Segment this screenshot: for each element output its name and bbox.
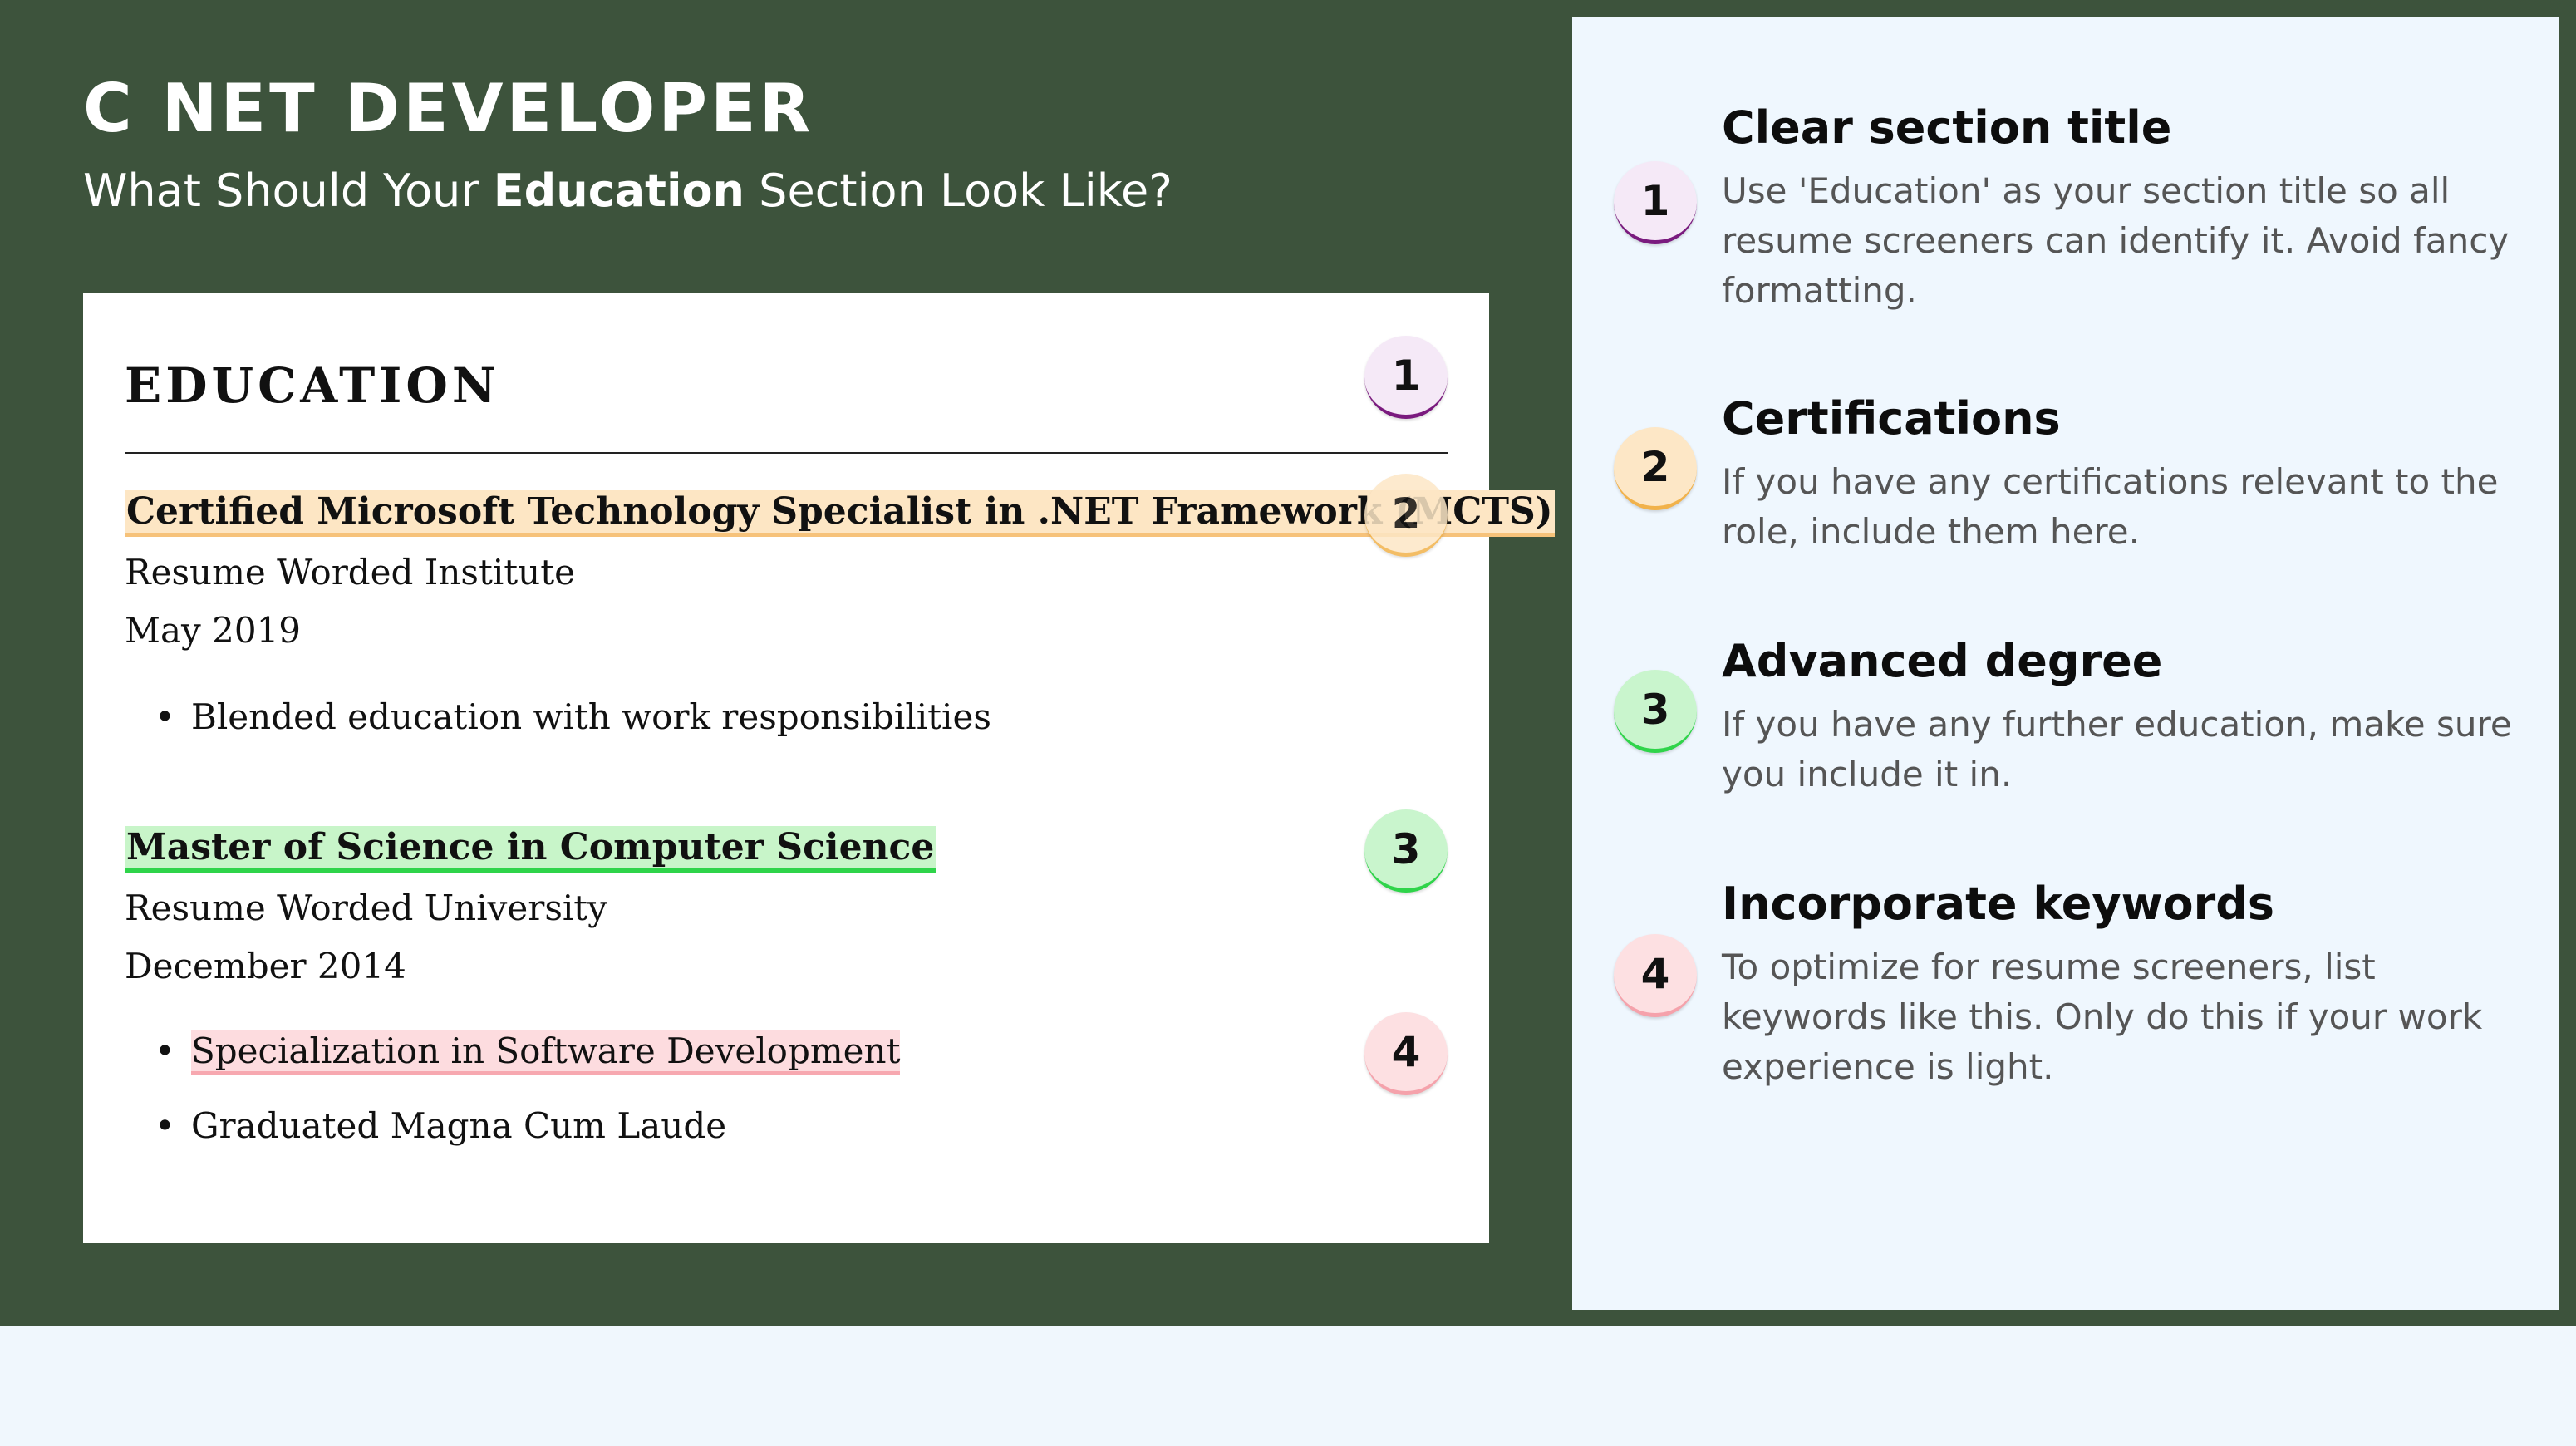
entry-2-bullet-2-text: Graduated Magna Cum Laude bbox=[191, 1105, 727, 1146]
education-heading: EDUCATION bbox=[125, 357, 500, 414]
page-title: C NET DEVELOPER bbox=[83, 70, 814, 147]
entry-2-date: December 2014 bbox=[125, 946, 406, 986]
badge-4: 4 bbox=[1364, 1012, 1448, 1095]
badge-3: 3 bbox=[1364, 809, 1448, 893]
entry-2-bullet-1: • Specialization in Software Development bbox=[155, 1030, 901, 1075]
tip-3-badge: 3 bbox=[1614, 670, 1697, 753]
tip-1-title: Clear section title bbox=[1722, 101, 2172, 154]
tip-3-title: Advanced degree bbox=[1722, 635, 2163, 687]
tip-2-badge: 2 bbox=[1614, 427, 1697, 510]
subtitle-suffix: Section Look Like? bbox=[745, 165, 1172, 217]
page-subtitle: What Should Your Education Section Look … bbox=[83, 165, 1172, 217]
entry-1-degree: Certified Microsoft Technology Specialis… bbox=[125, 490, 1555, 537]
section-divider bbox=[125, 452, 1448, 454]
badge-1: 1 bbox=[1364, 336, 1448, 419]
badge-2: 2 bbox=[1364, 474, 1448, 557]
tip-2-text: If you have any certifications relevant … bbox=[1722, 461, 2499, 552]
resume-sample-card: EDUCATION 1 Certified Microsoft Technolo… bbox=[83, 293, 1555, 1243]
entry-1-institution: Resume Worded Institute bbox=[125, 552, 575, 593]
entry-2-bullet-1-text: Specialization in Software Development bbox=[191, 1030, 901, 1075]
tip-1-badge: 1 bbox=[1614, 161, 1697, 244]
entry-1-bullet-1-text: Blended education with work responsibili… bbox=[191, 696, 991, 737]
tips-panel: 1 Clear section title Use 'Education' as… bbox=[1572, 17, 2559, 1310]
entry-2-bullet-2: • Graduated Magna Cum Laude bbox=[155, 1105, 727, 1146]
tip-3-text: If you have any further education, make … bbox=[1722, 704, 2512, 794]
entry-2-degree: Master of Science in Computer Science bbox=[125, 826, 937, 873]
entry-1-bullet-1: • Blended education with work responsibil… bbox=[155, 696, 991, 737]
tip-1-text: Use 'Education' as your section title so… bbox=[1722, 170, 2510, 311]
subtitle-emphasis: Education bbox=[493, 165, 745, 217]
entry-1-date: May 2019 bbox=[125, 610, 302, 651]
tip-4-title: Incorporate keywords bbox=[1722, 878, 2275, 930]
tip-2-title: Certifications bbox=[1722, 392, 2061, 445]
subtitle-prefix: What Should Your bbox=[83, 165, 494, 217]
tip-4-badge: 4 bbox=[1614, 934, 1697, 1017]
entry-2-institution: Resume Worded University bbox=[125, 888, 607, 928]
tip-4-text: To optimize for resume screeners, list k… bbox=[1722, 947, 2483, 1087]
